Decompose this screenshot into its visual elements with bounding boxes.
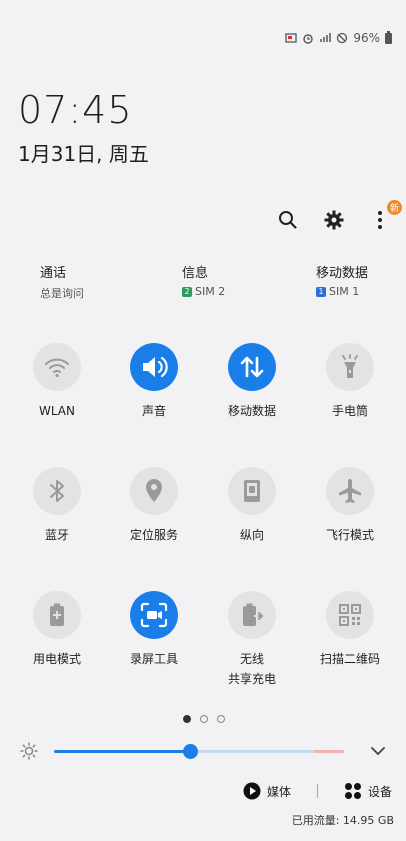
tile-flashlight[interactable]: 手电筒: [305, 343, 395, 421]
signal-icon: [320, 33, 332, 42]
media-label: 媒体: [266, 784, 291, 799]
battery-percentage: 96%: [353, 31, 380, 45]
data-usage-text: 已用流量: 14.95 GB: [291, 814, 394, 827]
power-mode-icon: [50, 603, 64, 626]
quick-calls-sub: 总是询问: [40, 287, 84, 300]
screen-record-icon: [140, 602, 168, 628]
tile-mobile-data[interactable]: 移动数据: [207, 343, 297, 421]
tile-location-label: 定位服务: [129, 528, 178, 542]
quick-calls-title: 通话: [40, 266, 67, 281]
tile-wlan-button[interactable]: [33, 343, 81, 391]
sim-quick-settings: 通话 总是询问 信息 2 SIM 2 移动数据 1 SIM 1: [0, 262, 406, 306]
tile-sound-label: 声音: [141, 404, 166, 418]
tile-bluetooth[interactable]: 蓝牙: [12, 467, 102, 545]
clock-time: 07:45: [18, 88, 133, 132]
tile-wlan-label: WLAN: [38, 404, 75, 418]
chevron-down-icon[interactable]: [370, 744, 386, 758]
tile-bluetooth-button[interactable]: [33, 467, 81, 515]
tile-airplane-label: 飞行模式: [325, 528, 374, 542]
brightness-thumb[interactable]: [183, 744, 198, 759]
devices-grid-icon: [344, 783, 361, 799]
qr-scan-icon: [339, 604, 361, 626]
quick-mobile-data-title: 移动数据: [316, 266, 369, 281]
notification-icon: [285, 33, 297, 43]
tile-qr-scan[interactable]: 扫描二维码: [305, 591, 395, 669]
clock-date: 1月31日, 周五: [18, 142, 149, 166]
bluetooth-icon: [50, 480, 64, 502]
tile-location-button[interactable]: [130, 467, 178, 515]
tile-location[interactable]: 定位服务: [109, 467, 199, 545]
wireless-share-charge-icon: [243, 603, 264, 626]
flashlight-icon: [342, 354, 358, 378]
brightness-fill: [54, 750, 190, 753]
gear-icon: [324, 210, 344, 230]
brightness-track-end: [314, 750, 344, 753]
media-output-button[interactable]: 媒体: [243, 782, 291, 800]
tile-mobile-data-button[interactable]: [228, 343, 276, 391]
tile-wireless-share-charge-label: 无线 共享充电: [227, 652, 276, 686]
divider: [316, 784, 318, 798]
airplane-icon: [339, 479, 361, 503]
play-circle-icon: [243, 782, 261, 800]
status-bar: 96%: [285, 30, 392, 45]
media-device-row: 媒体 设备: [243, 782, 392, 800]
mobile-data-icon: [240, 356, 264, 378]
settings-button[interactable]: [322, 208, 346, 232]
page-indicator: [183, 715, 225, 723]
alarm-icon: [303, 34, 314, 44]
tile-screen-record-label: 录屏工具: [129, 652, 178, 666]
tile-screen-record[interactable]: 录屏工具: [109, 591, 199, 669]
quick-messages-sub: 2 SIM 2: [182, 285, 225, 298]
tile-wireless-share-charge-button[interactable]: [228, 591, 276, 639]
more-options-button[interactable]: 新: [368, 200, 402, 232]
quick-messages-title: 信息: [182, 266, 209, 281]
search-icon: [279, 211, 297, 229]
devices-label: 设备: [367, 784, 392, 799]
page-dot-2[interactable]: [200, 715, 208, 723]
tile-portrait-label: 纵向: [239, 528, 264, 542]
portrait-icon: [244, 480, 260, 502]
do-not-disturb-icon: [337, 32, 348, 44]
quick-messages[interactable]: 信息 2 SIM 2: [182, 262, 225, 298]
search-button[interactable]: [276, 208, 300, 232]
volume-icon: [143, 356, 168, 378]
tile-airplane-button[interactable]: [326, 467, 374, 515]
tile-flashlight-label: 手电筒: [331, 404, 368, 418]
tile-qr-scan-label: 扫描二维码: [319, 652, 380, 666]
more-vertical-icon: [378, 211, 382, 229]
tile-power-mode[interactable]: 用电模式: [12, 591, 102, 669]
tile-mobile-data-label: 移动数据: [227, 404, 276, 418]
wifi-icon: [45, 358, 69, 378]
tile-power-mode-label: 用电模式: [32, 652, 81, 666]
brightness-slider[interactable]: [54, 744, 344, 759]
tile-wireless-share-charge[interactable]: 无线 共享充电: [207, 591, 297, 689]
tile-wlan[interactable]: WLAN: [12, 343, 102, 421]
new-badge: 新: [387, 200, 402, 215]
tile-sound[interactable]: 声音: [109, 343, 199, 421]
quick-mobile-data-sub: 1 SIM 1: [316, 285, 368, 298]
brightness-sun-icon: [20, 742, 38, 760]
panel-toolbar: 新: [276, 200, 402, 232]
tile-bluetooth-label: 蓝牙: [44, 528, 69, 542]
quick-calls[interactable]: 通话 总是询问: [40, 262, 84, 301]
tile-qr-scan-button[interactable]: [326, 591, 374, 639]
brightness-control: [16, 740, 392, 762]
tile-portrait[interactable]: 纵向: [207, 467, 297, 545]
tile-power-mode-button[interactable]: [33, 591, 81, 639]
tile-portrait-button[interactable]: [228, 467, 276, 515]
tile-screen-record-button[interactable]: [130, 591, 178, 639]
page-dot-1[interactable]: [183, 715, 191, 723]
devices-button[interactable]: 设备: [344, 782, 392, 800]
sim-1-icon: 1: [316, 286, 326, 297]
location-icon: [146, 479, 162, 502]
tile-flashlight-button[interactable]: [326, 343, 374, 391]
page-dot-3[interactable]: [217, 715, 225, 723]
tile-sound-button[interactable]: [130, 343, 178, 391]
sim-2-icon: 2: [182, 286, 192, 297]
quick-mobile-data[interactable]: 移动数据 1 SIM 1: [316, 262, 368, 298]
tile-airplane[interactable]: 飞行模式: [305, 467, 395, 545]
battery-icon: [385, 30, 392, 44]
